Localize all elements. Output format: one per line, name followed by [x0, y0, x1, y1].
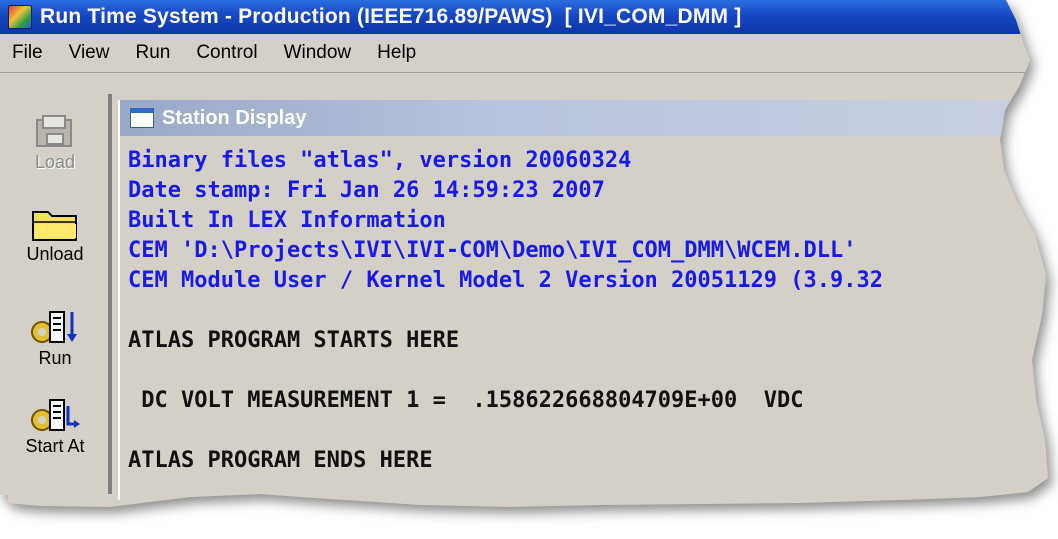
station-display-title: Station Display [162, 106, 307, 129]
load-label: Load [34, 152, 76, 172]
unload-button[interactable]: Unload [6, 204, 104, 265]
menu-bar: File View Run Control Window Help [0, 34, 1048, 73]
console-output: Binary files "atlas", version 20060324 Da… [128, 146, 1048, 506]
console-line: Built In LEX Information [128, 208, 446, 233]
console-line: CEM 'D:\Projects\IVI\IVI-COM\Demo\IVI_CO… [128, 238, 857, 263]
console-line: Binary files "atlas", version 20060324 [128, 148, 632, 173]
menu-control[interactable]: Control [196, 42, 257, 64]
console-line: ATLAS PROGRAM STARTS HERE [128, 328, 460, 353]
menu-file[interactable]: File [12, 42, 43, 64]
run-label: Run [38, 348, 72, 368]
station-display-title-bar[interactable]: Station Display [120, 100, 1048, 136]
console-line: CEM Module User / Kernel Model 2 Version… [128, 268, 883, 293]
load-disk-icon [36, 115, 72, 147]
menu-run[interactable]: Run [135, 42, 170, 64]
folder-icon [32, 211, 77, 241]
load-button[interactable]: Load [6, 112, 104, 173]
console-line: DC VOLT MEASUREMENT 1 = .158622668804709… [128, 388, 804, 413]
title-bar[interactable]: Run Time System - Production (IEEE716.89… [0, 0, 1048, 34]
gear-run-icon [31, 311, 77, 343]
window-icon [130, 108, 154, 128]
app-icon [8, 5, 32, 29]
start-at-label: Start At [25, 436, 85, 456]
side-toolbar: Load Unload Run Start At [6, 96, 104, 496]
main-window: Run Time System - Production (IEEE716.89… [0, 0, 1048, 507]
window-title: Run Time System - Production (IEEE716.89… [40, 5, 742, 28]
menu-view[interactable]: View [69, 42, 110, 64]
unload-label: Unload [26, 244, 84, 264]
station-display-window: Station Display Binary files "atlas", ve… [118, 100, 1048, 500]
app-frame: Run Time System - Production (IEEE716.89… [0, 0, 1058, 539]
console-line: ATLAS PROGRAM ENDS HERE [128, 448, 433, 473]
start-at-button[interactable]: Start At [6, 396, 104, 457]
menu-window[interactable]: Window [284, 42, 352, 64]
console-line: Date stamp: Fri Jan 26 14:59:23 2007 [128, 178, 605, 203]
gear-start-at-icon [31, 399, 80, 431]
menu-help[interactable]: Help [377, 42, 416, 64]
run-button[interactable]: Run [6, 308, 104, 369]
mdi-border [108, 94, 112, 494]
